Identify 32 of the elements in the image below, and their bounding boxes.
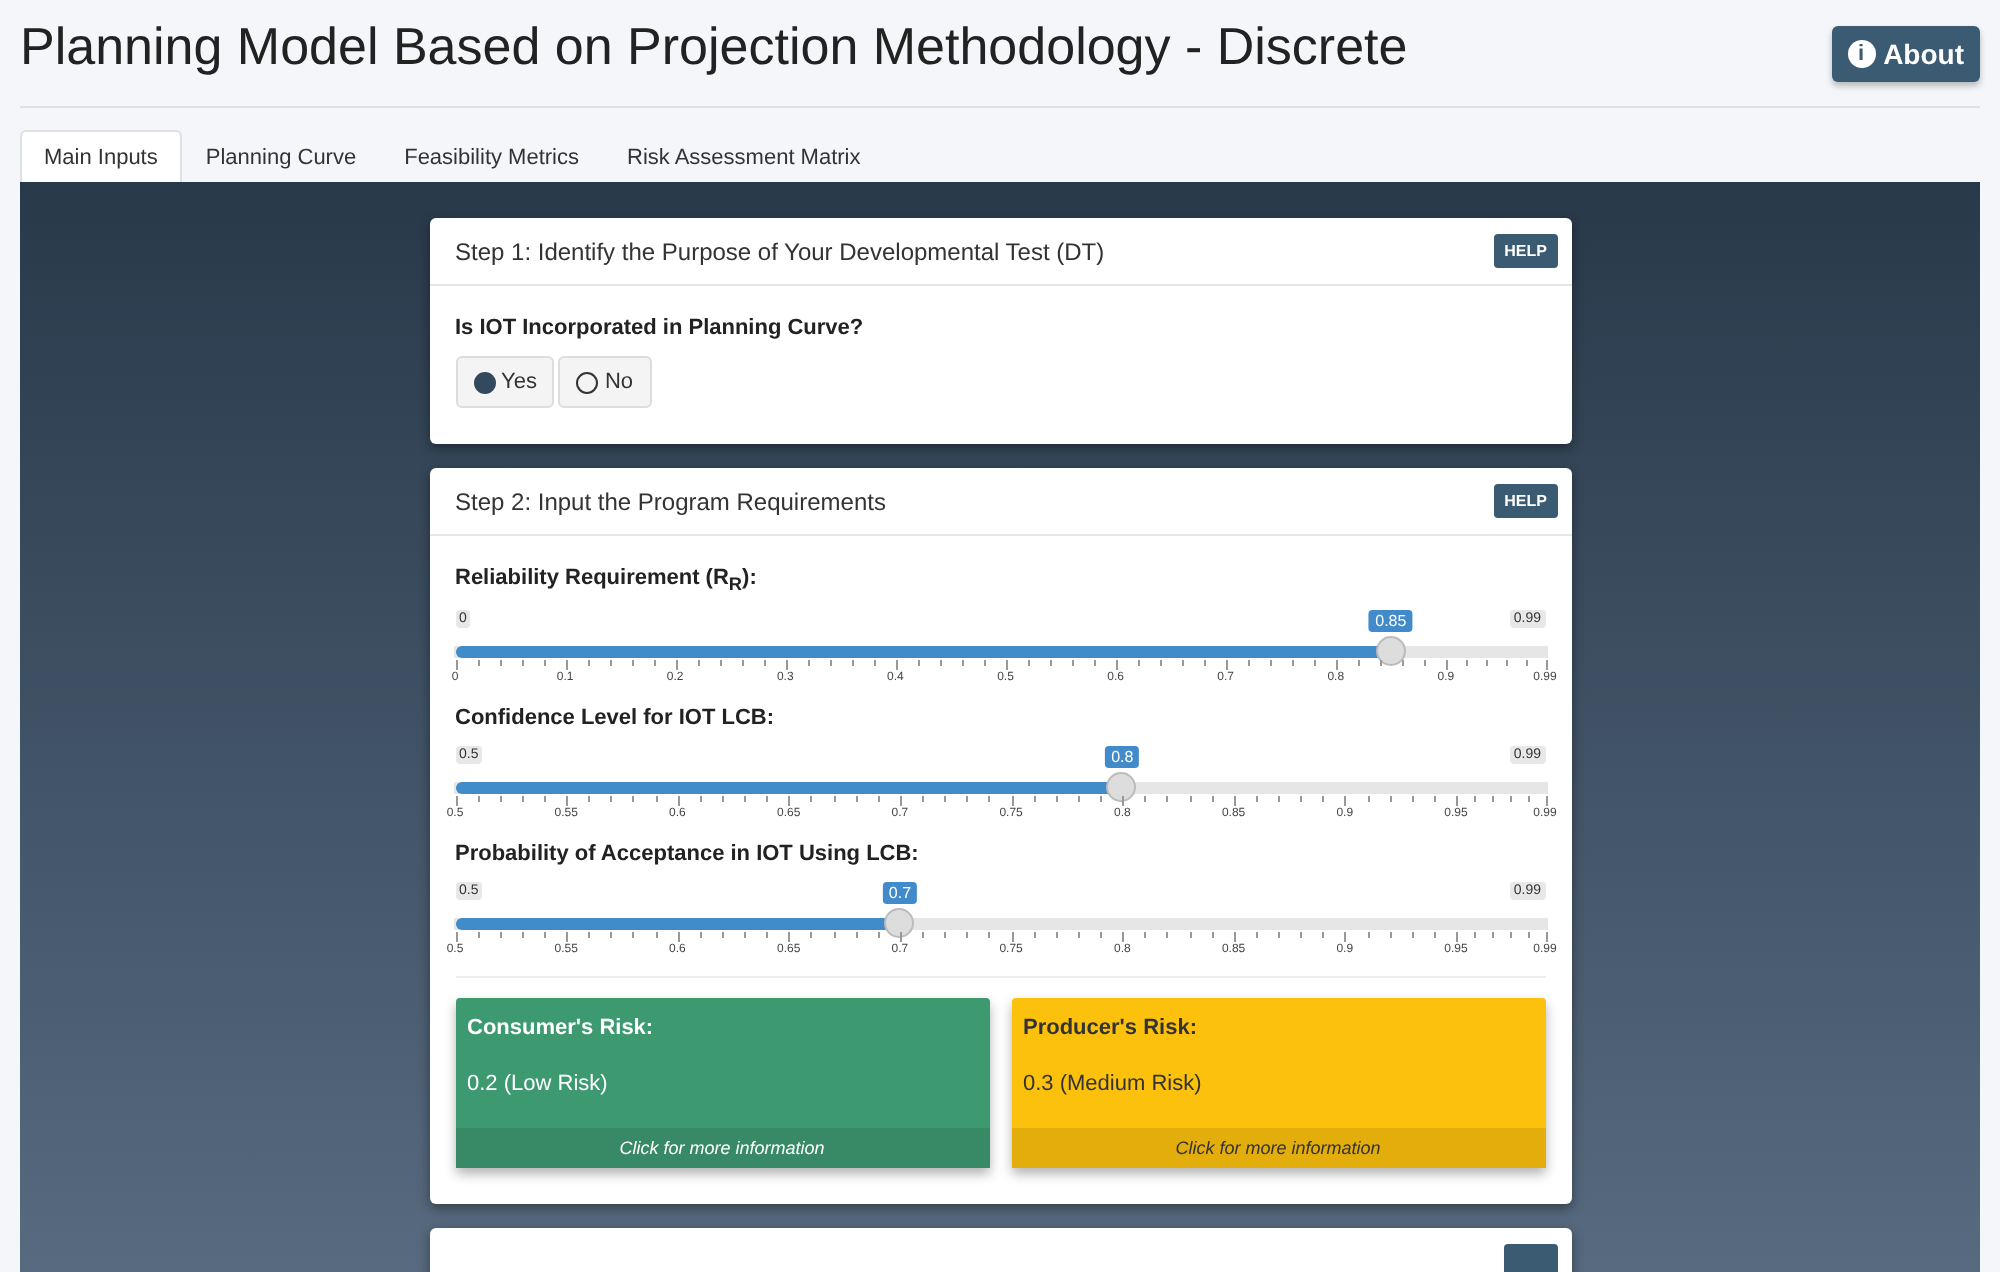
radio-option[interactable]: Yes [455,356,555,408]
risk-box[interactable]: Consumer's Risk: 0.2 (Low Risk) Click for more information [455,998,989,1169]
slider-handle[interactable] [1376,636,1407,667]
more-info-link[interactable]: Click for more information [455,1128,989,1169]
risk-box[interactable]: Producer's Risk: 0.3 (Medium Risk) Click for more information [1011,998,1545,1169]
slider-label: Reliability Requirement (R$_{R}$): [455,566,759,595]
step-title: Step 2: Input the Program Requirements [455,487,886,515]
info-icon: i [1847,40,1876,68]
tab[interactable]: Main Inputs [20,130,182,182]
page-title: Planning Model Based on Projection Methodology - Discrete [20,16,1408,76]
more-info-link[interactable]: Click for more information [1011,1128,1545,1169]
risk-title: Consumer's Risk: [465,1014,656,1041]
help-button[interactable]: HELP [1494,234,1557,268]
risk-value: 0.2 (Low Risk) [465,1070,610,1101]
help-button[interactable] [1503,1244,1557,1272]
slider-handle[interactable] [1106,772,1137,803]
value-bubble: 0.8 [1105,746,1140,769]
slider-label: Confidence Level for IOT LCB: [455,706,777,731]
risk-value: 0.3 (Medium Risk) [1021,1070,1204,1101]
question-label: Is IOT Incorporated in Planning Curve? [455,316,866,340]
tab[interactable]: Risk Assessment Matrix [603,130,885,182]
tab[interactable]: Planning Curve [181,130,381,182]
tab[interactable]: Feasibility Metrics [380,130,603,182]
value-bubble: 0.85 [1369,610,1413,633]
help-button[interactable]: HELP [1494,484,1557,518]
radio-option[interactable]: No [558,356,652,408]
slider-handle[interactable] [883,908,914,939]
risk-title: Producer's Risk: [1021,1014,1199,1041]
slider-label: Probability of Acceptance in IOT Using LCB: [455,842,921,867]
value-bubble: 0.7 [882,882,918,905]
about-button[interactable]: i About [1831,26,1980,82]
step-title: Step 1: Identify the Purpose of Your Developmental Test (DT) [455,237,1105,265]
